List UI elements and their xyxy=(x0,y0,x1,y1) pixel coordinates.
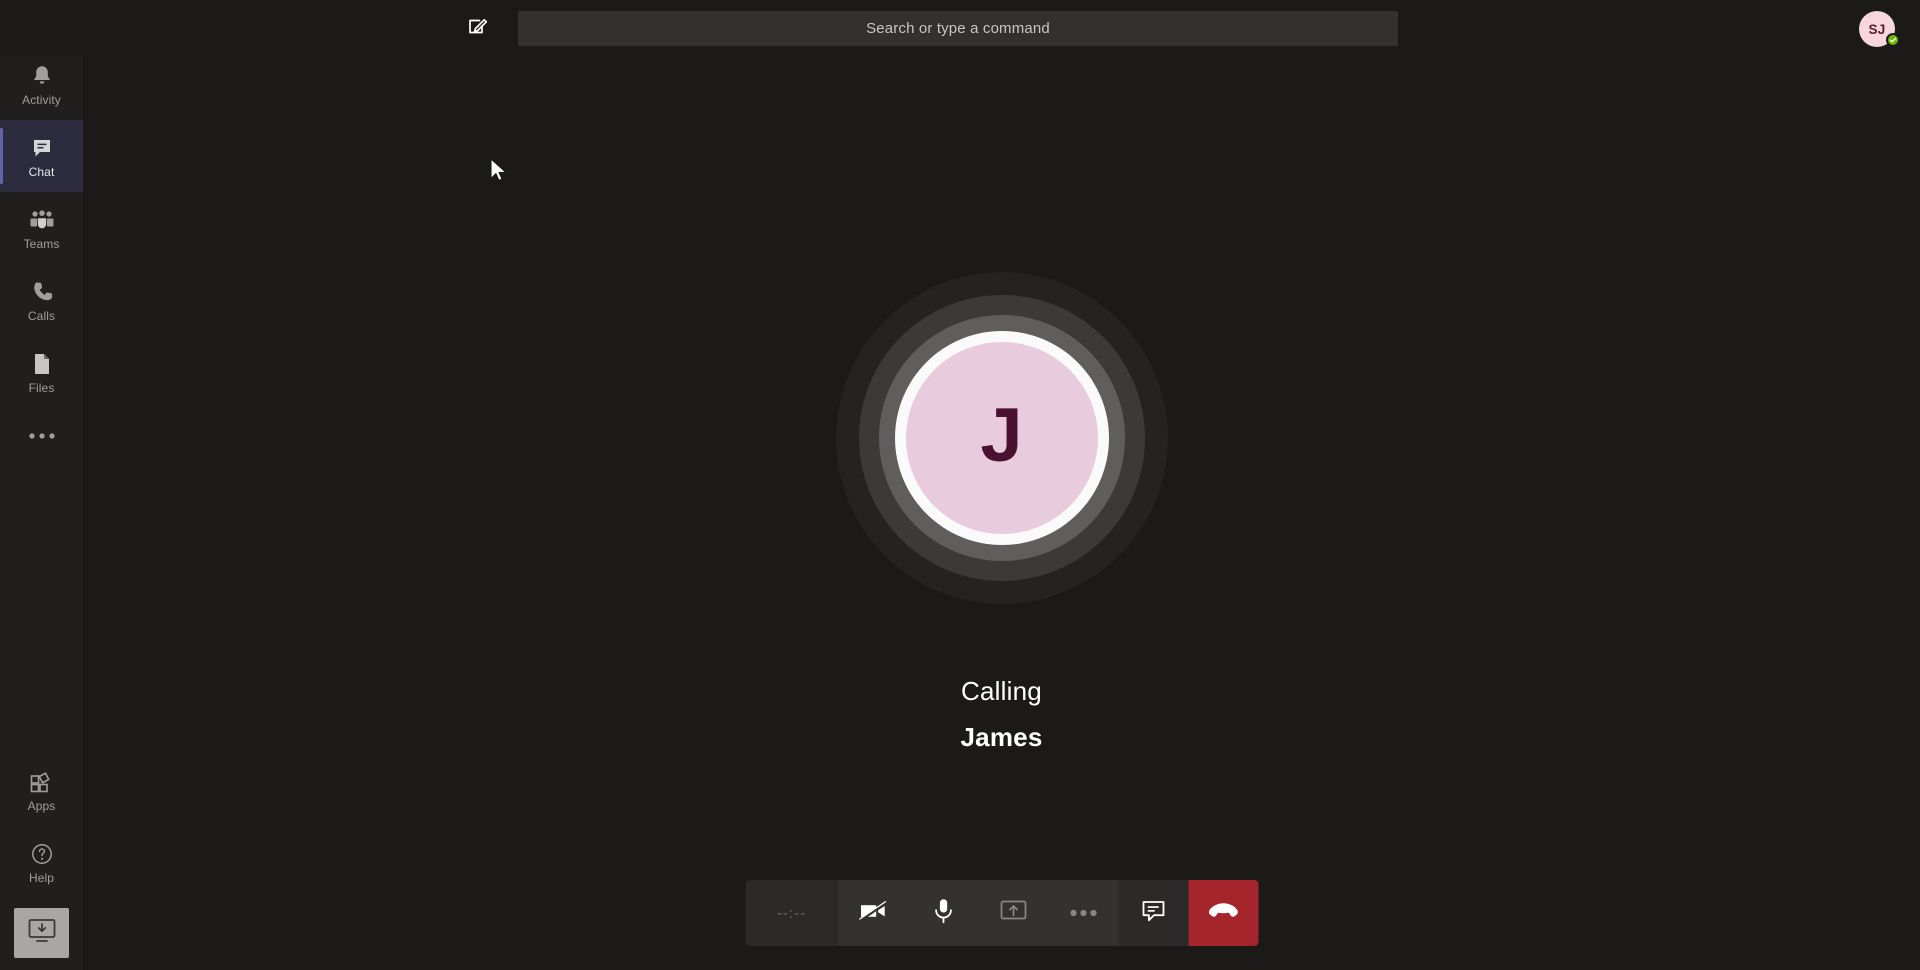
search-placeholder: Search or type a command xyxy=(866,20,1050,37)
video-camera-off-icon xyxy=(857,896,889,931)
sidebar-item-chat[interactable]: Chat xyxy=(0,120,83,192)
sidebar-item-apps[interactable]: Apps xyxy=(0,754,83,826)
share-screen-button[interactable] xyxy=(978,880,1048,946)
file-icon xyxy=(32,350,52,378)
top-bar: Search or type a command SJ xyxy=(0,0,1920,56)
call-control-bar: --:-- xyxy=(745,880,1258,946)
chat-bubble-icon xyxy=(1139,897,1167,929)
teams-call-window: Activity Chat Teams Calls Files Apps Hel… xyxy=(0,0,1920,970)
more-actions-button[interactable] xyxy=(1048,880,1118,946)
sidebar-bottom-group: Apps Help xyxy=(0,754,83,970)
show-conversation-button[interactable] xyxy=(1118,880,1188,946)
sidebar-more-button[interactable] xyxy=(0,408,83,464)
phone-icon xyxy=(31,278,53,306)
sidebar-item-label: Chat xyxy=(28,164,55,179)
sidebar-item-help[interactable]: Help xyxy=(0,826,83,898)
bell-icon xyxy=(31,62,53,90)
sidebar-item-label: Teams xyxy=(23,236,60,251)
search-input[interactable]: Search or type a command xyxy=(518,11,1398,46)
sidebar-item-label: Calls xyxy=(27,308,56,323)
sidebar-item-label: Apps xyxy=(27,798,56,813)
app-sidebar: Activity Chat Teams Calls Files Apps Hel… xyxy=(0,0,83,970)
avatar-initials: SJ xyxy=(1868,21,1886,37)
call-status-text: Calling xyxy=(961,676,1042,706)
teams-people-icon xyxy=(29,206,55,234)
sidebar-item-label: Files xyxy=(28,380,55,395)
toggle-camera-button[interactable] xyxy=(838,880,908,946)
new-chat-button[interactable] xyxy=(462,12,494,44)
download-desktop-icon xyxy=(27,917,57,950)
question-circle-icon xyxy=(30,840,54,868)
calling-avatar-pulse: J xyxy=(835,272,1168,604)
call-controls-main xyxy=(838,880,1118,946)
sidebar-item-label: Help xyxy=(28,870,55,885)
hangup-button[interactable] xyxy=(1188,880,1258,946)
toggle-microphone-button[interactable] xyxy=(908,880,978,946)
apps-grid-icon xyxy=(29,768,54,796)
hangup-phone-icon xyxy=(1206,901,1240,926)
sidebar-item-calls[interactable]: Calls xyxy=(0,264,83,336)
call-timer: --:-- xyxy=(745,880,838,946)
presence-badge-available xyxy=(1886,33,1900,47)
microphone-icon xyxy=(930,896,956,931)
ellipsis-icon xyxy=(28,427,56,445)
sidebar-item-files[interactable]: Files xyxy=(0,336,83,408)
call-stage: J Calling James --:-- xyxy=(83,56,1920,970)
sidebar-item-label: Activity xyxy=(22,92,61,107)
ellipsis-icon xyxy=(1069,904,1097,922)
sidebar-item-teams[interactable]: Teams xyxy=(0,192,83,264)
participant-avatar: J xyxy=(905,342,1098,534)
sidebar-item-activity[interactable]: Activity xyxy=(0,48,83,120)
share-screen-icon xyxy=(998,897,1028,930)
participant-name: James xyxy=(960,722,1043,752)
compose-pencil-icon xyxy=(467,15,489,42)
call-controls-chat xyxy=(1118,880,1188,946)
avatar-initial: J xyxy=(980,393,1023,478)
download-desktop-app-button[interactable] xyxy=(14,908,69,958)
chat-bubble-icon xyxy=(30,134,54,162)
